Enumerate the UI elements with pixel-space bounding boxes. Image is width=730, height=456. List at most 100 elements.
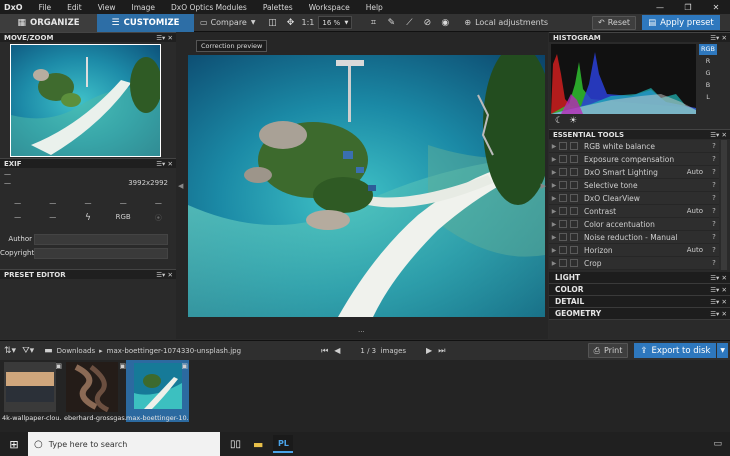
image-viewer[interactable]: Correction preview ··· ◀ ▶ bbox=[176, 32, 548, 339]
tool-row[interactable]: ▶ Selective tone? bbox=[549, 179, 719, 192]
maximize-button[interactable]: ❐ bbox=[674, 3, 702, 12]
last-image-icon[interactable]: ⏭ bbox=[438, 346, 445, 356]
photolab-taskbar-icon[interactable]: PL bbox=[273, 435, 294, 453]
menu-optics-modules[interactable]: DxO Optics Modules bbox=[163, 3, 255, 12]
highlight-clipping-icon[interactable]: ☀ bbox=[569, 116, 577, 126]
preset-checkbox[interactable] bbox=[570, 233, 578, 241]
palette-geometry[interactable]: GEOMETRY ☰▾ ✕ bbox=[549, 308, 730, 320]
one-to-one-button[interactable]: 1:1 bbox=[297, 14, 318, 32]
minimize-button[interactable]: — bbox=[646, 3, 674, 12]
close-button[interactable]: ✕ bbox=[702, 3, 730, 12]
previous-image-icon[interactable]: ◀ bbox=[334, 346, 340, 355]
zoom-select[interactable]: 16 % ▼ bbox=[318, 16, 353, 29]
channel-r[interactable]: R bbox=[699, 55, 717, 67]
tool-row[interactable]: ▶ Horizon Auto? bbox=[549, 244, 719, 257]
panel-controls-icon[interactable]: ☰▾ ✕ bbox=[156, 34, 176, 42]
enable-checkbox[interactable] bbox=[559, 155, 567, 163]
thumbnail[interactable]: ▣ 4k-wallpaper-clou... bbox=[2, 360, 62, 422]
preset-checkbox[interactable] bbox=[570, 181, 578, 189]
breadcrumb-root[interactable]: Downloads bbox=[57, 347, 95, 355]
palette-controls-icon[interactable]: ☰▾ ✕ bbox=[710, 298, 730, 306]
help-icon[interactable]: ? bbox=[709, 259, 719, 267]
enable-checkbox[interactable] bbox=[559, 181, 567, 189]
sort-icon[interactable]: ⇅▾ bbox=[4, 346, 16, 356]
channel-rgb[interactable]: RGB bbox=[699, 44, 717, 55]
menu-file[interactable]: File bbox=[31, 3, 60, 12]
shadow-clipping-icon[interactable]: ☾ bbox=[555, 116, 563, 126]
tab-customize[interactable]: ☰ CUSTOMIZE bbox=[97, 13, 194, 32]
export-to-disk-button[interactable]: ⇪ Export to disk bbox=[634, 343, 717, 358]
horizon-icon[interactable]: ⟋ bbox=[402, 16, 416, 30]
preset-checkbox[interactable] bbox=[570, 246, 578, 254]
thumbnail-selected[interactable]: ▣ max-boettinger-10... bbox=[126, 360, 189, 422]
palette-detail[interactable]: DETAIL ☰▾ ✕ bbox=[549, 296, 730, 308]
enable-checkbox[interactable] bbox=[559, 194, 567, 202]
menu-view[interactable]: View bbox=[90, 3, 124, 12]
file-explorer-icon[interactable]: ▬ bbox=[253, 438, 263, 451]
menu-edit[interactable]: Edit bbox=[59, 3, 90, 12]
export-options-button[interactable]: ▼ bbox=[717, 343, 728, 358]
palette-controls-icon[interactable]: ☰▾ ✕ bbox=[710, 310, 730, 318]
preset-checkbox[interactable] bbox=[570, 155, 578, 163]
menu-palettes[interactable]: Palettes bbox=[255, 3, 301, 12]
help-icon[interactable]: ? bbox=[709, 181, 719, 189]
menu-help[interactable]: Help bbox=[358, 3, 391, 12]
move-icon[interactable]: ✥ bbox=[283, 16, 297, 30]
channel-g[interactable]: G bbox=[699, 67, 717, 79]
collapse-right-arrow[interactable]: ▶ bbox=[541, 182, 546, 190]
tool-row[interactable]: ▶ Color accentuation? bbox=[549, 218, 719, 231]
tool-row[interactable]: ▶ RGB white balance? bbox=[549, 140, 719, 153]
palette-light[interactable]: LIGHT ☰▾ ✕ bbox=[549, 272, 730, 284]
menu-workspace[interactable]: Workspace bbox=[301, 3, 358, 12]
panel-controls-icon[interactable]: ☰▾ ✕ bbox=[156, 160, 176, 168]
preset-checkbox[interactable] bbox=[570, 168, 578, 176]
preset-checkbox[interactable] bbox=[570, 259, 578, 267]
collapse-left-arrow[interactable]: ◀ bbox=[178, 182, 183, 190]
filmstrip-resize-handle[interactable]: ··· bbox=[358, 328, 365, 336]
enable-checkbox[interactable] bbox=[559, 259, 567, 267]
tool-row[interactable]: ▶ Exposure compensation? bbox=[549, 153, 719, 166]
panel-controls-icon[interactable]: ☰▾ ✕ bbox=[156, 271, 176, 279]
reset-button[interactable]: ↶ Reset bbox=[592, 15, 637, 30]
first-image-icon[interactable]: ⏮ bbox=[321, 346, 328, 356]
panel-controls-icon[interactable]: ☰▾ ✕ bbox=[710, 131, 730, 139]
author-field[interactable] bbox=[34, 233, 168, 245]
palette-color[interactable]: COLOR ☰▾ ✕ bbox=[549, 284, 730, 296]
split-view-icon[interactable]: ◫ bbox=[265, 16, 279, 30]
help-icon[interactable]: ? bbox=[709, 233, 719, 241]
preset-checkbox[interactable] bbox=[570, 220, 578, 228]
enable-checkbox[interactable] bbox=[559, 220, 567, 228]
enable-checkbox[interactable] bbox=[559, 168, 567, 176]
crop-icon[interactable]: ⌗ bbox=[366, 16, 380, 30]
preset-checkbox[interactable] bbox=[570, 142, 578, 150]
tools-scrollbar[interactable] bbox=[721, 140, 727, 270]
copyright-field[interactable] bbox=[34, 247, 168, 259]
menu-image[interactable]: Image bbox=[124, 3, 164, 12]
help-icon[interactable]: ? bbox=[709, 220, 719, 228]
preset-checkbox[interactable] bbox=[570, 207, 578, 215]
compare-button[interactable]: ▭ Compare ▼ bbox=[196, 14, 259, 32]
eye-icon[interactable]: ◉ bbox=[438, 16, 452, 30]
print-button[interactable]: ⎙ Print bbox=[587, 343, 629, 358]
help-icon[interactable]: ? bbox=[709, 207, 719, 215]
taskbar-search[interactable]: ○ Type here to search bbox=[28, 432, 220, 456]
palette-controls-icon[interactable]: ☰▾ ✕ bbox=[710, 274, 730, 282]
help-icon[interactable]: ? bbox=[709, 155, 719, 163]
help-icon[interactable]: ? bbox=[709, 194, 719, 202]
tool-row[interactable]: ▶ Crop? bbox=[549, 257, 719, 270]
help-icon[interactable]: ? bbox=[709, 168, 719, 176]
filter-icon[interactable]: ⛛▾ bbox=[22, 346, 34, 356]
local-adjustments-button[interactable]: ⊕ Local adjustments bbox=[460, 14, 552, 32]
enable-checkbox[interactable] bbox=[559, 246, 567, 254]
enable-checkbox[interactable] bbox=[559, 233, 567, 241]
tool-row[interactable]: ▶ Contrast Auto? bbox=[549, 205, 719, 218]
enable-checkbox[interactable] bbox=[559, 207, 567, 215]
task-view-icon[interactable]: ▯▯ bbox=[230, 439, 241, 450]
channel-b[interactable]: B bbox=[699, 79, 717, 91]
tool-row[interactable]: ▶ DxO Smart Lighting Auto? bbox=[549, 166, 719, 179]
palette-controls-icon[interactable]: ☰▾ ✕ bbox=[710, 286, 730, 294]
help-icon[interactable]: ? bbox=[709, 142, 719, 150]
channel-l[interactable]: L bbox=[699, 91, 717, 103]
tool-row[interactable]: ▶ Noise reduction - Manual? bbox=[549, 231, 719, 244]
preset-checkbox[interactable] bbox=[570, 194, 578, 202]
